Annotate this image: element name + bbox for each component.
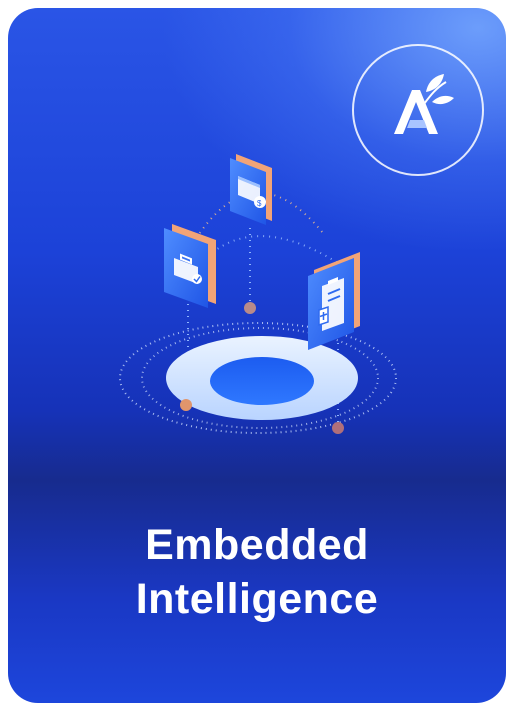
mid-arc bbox=[207, 235, 339, 264]
medical-clipboard-icon bbox=[308, 252, 360, 350]
node-left bbox=[180, 399, 192, 411]
svg-text:$: $ bbox=[257, 199, 262, 208]
card-title-line2: Intelligence bbox=[135, 575, 379, 623]
card-title-line1: Embedded bbox=[145, 521, 369, 569]
browser-payment-icon: $ bbox=[230, 154, 272, 225]
embedded-intelligence-card[interactable]: $ Embedded Intelligence bbox=[8, 8, 506, 703]
node-center bbox=[244, 302, 256, 314]
briefcase-check-icon bbox=[164, 224, 216, 308]
node-right bbox=[332, 422, 344, 434]
platform-core bbox=[210, 357, 314, 405]
